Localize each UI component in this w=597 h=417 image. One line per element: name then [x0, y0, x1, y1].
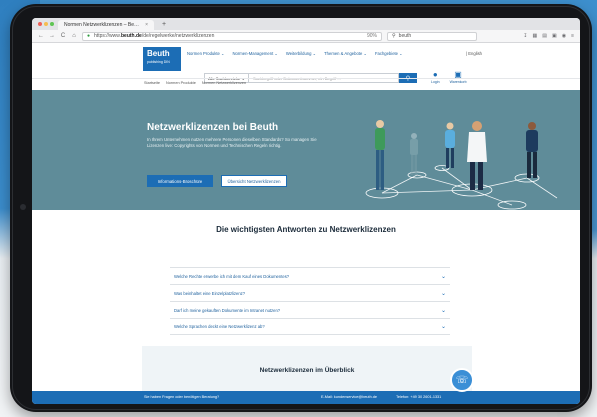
close-tab-icon[interactable]: ×	[145, 22, 148, 28]
back-button[interactable]: ←	[38, 33, 44, 39]
faq-title: Die wichtigsten Antworten zu Netzwerkliz…	[216, 225, 396, 234]
home-button[interactable]: ⌂	[71, 33, 77, 39]
nav-item-themen-angebote[interactable]: Themen & Angebote ⌄	[324, 51, 367, 56]
tablet-screen: Normen Netzwerklizenzen – Be… × + ← → C …	[32, 18, 580, 404]
faq-question: Welche Rechte erwerbe ich mit dem Kauf e…	[174, 273, 290, 279]
url-domain: beuth.de	[120, 33, 142, 39]
network-people-illustration	[365, 120, 558, 210]
faq-question: Darf ich meine gekauften Dokumente im In…	[174, 307, 281, 313]
contact-question: Sie haben Fragen oder benötigen Beratung…	[144, 395, 220, 399]
chevron-down-icon: ⌄	[440, 273, 446, 280]
browser-search-text: beuth	[398, 33, 412, 39]
chevron-down-icon: ⌄	[440, 307, 446, 314]
hero-banner: Netzwerklizenzen bei Beuth In Ihrem Unte…	[32, 90, 580, 210]
nav-item-fachgebiete[interactable]: Fachgebiete ⌄	[375, 51, 403, 56]
browser-toolbar: ← → C ⌂ ● https://www.beuth.de/de/regelw…	[32, 30, 580, 43]
breadcrumb-item-products[interactable]: Normen Produkte	[166, 81, 196, 85]
logo-subtitle: publishing DIN	[147, 60, 170, 64]
overview-button[interactable]: Übersicht Netzwerklizenzen	[221, 175, 287, 187]
camera-icon	[20, 204, 26, 210]
lock-icon: ●	[87, 33, 91, 39]
minimize-window-icon[interactable]	[44, 22, 48, 26]
contact-phone-link[interactable]: Telefon: +49 30 2601-1331	[396, 395, 441, 399]
breadcrumb: Startseite Normen Produkte Normen Netzwe…	[32, 78, 580, 87]
main-navigation: Normen Produkte ⌄ Normen-Management ⌄ We…	[187, 51, 403, 56]
person-figure-1	[375, 120, 385, 190]
menu-icon[interactable]: ≡	[571, 33, 574, 39]
language-switch[interactable]: | English	[466, 51, 482, 56]
faq-item[interactable]: Was beinhaltet eine Einzelplatzlizenz? ⌄	[170, 284, 450, 301]
url-path: /de/regelwerke/netzwerklizenzen	[141, 33, 215, 39]
beuth-logo[interactable]: Beuth publishing DIN	[143, 47, 181, 71]
brochure-button[interactable]: Informations-Broschüre	[147, 175, 213, 187]
browser-extension-icons: ↧ ▦ ▤ ▣ ◉ ≡	[523, 33, 574, 39]
phone-icon[interactable]: ☏	[450, 368, 474, 392]
browser-tab-bar: Normen Netzwerklizenzen – Be… × +	[32, 18, 580, 30]
hero-text: In Ihrem Unternehmen nutzen mehrere Pers…	[147, 137, 317, 148]
faq-item[interactable]: Darf ich meine gekauften Dokumente im In…	[170, 301, 450, 318]
breadcrumb-item-current: Normen Netzwerklizenzen	[201, 81, 247, 85]
sidebar-icon[interactable]: ▤	[542, 33, 547, 39]
pocket-icon[interactable]: ◉	[562, 33, 566, 39]
forward-button[interactable]: →	[49, 33, 55, 39]
url-bar[interactable]: ● https://www.beuth.de/de/regelwerke/net…	[82, 31, 382, 41]
browser-search-field[interactable]: ⚲ beuth	[387, 31, 477, 41]
breadcrumb-item-home[interactable]: Startseite	[144, 81, 160, 85]
faq-list: Welche Rechte erwerbe ich mit dem Kauf e…	[170, 267, 450, 335]
search-icon: ⚲	[392, 33, 396, 39]
faq-item[interactable]: Welche Rechte erwerbe ich mit dem Kauf e…	[170, 267, 450, 284]
zoom-window-icon[interactable]	[50, 22, 54, 26]
library-icon[interactable]: ▦	[533, 33, 538, 39]
faq-question: Was beinhaltet eine Einzelplatzlizenz?	[174, 290, 246, 296]
faq-question: Welche Sprachen deckt eine Netzwerklizen…	[174, 324, 265, 329]
logo-name: Beuth	[147, 49, 170, 58]
screenshot-icon[interactable]: ▣	[552, 33, 557, 39]
window-controls	[38, 22, 54, 26]
faq-item[interactable]: Welche Sprachen deckt eine Netzwerklizen…	[170, 318, 450, 335]
tablet-frame: Normen Netzwerklizenzen – Be… × + ← → C …	[10, 4, 592, 412]
hero-title: Netzwerklizenzen bei Beuth	[147, 122, 279, 133]
tab-title: Normen Netzwerklizenzen – Be…	[64, 22, 140, 28]
reload-button[interactable]: C	[60, 33, 66, 39]
browser-tab[interactable]: Normen Netzwerklizenzen – Be… ×	[58, 20, 154, 30]
url-text: https://www.beuth.de/de/regelwerke/netzw…	[94, 33, 214, 39]
nav-item-normen-produkte[interactable]: Normen Produkte ⌄	[187, 51, 225, 56]
contact-bar: Sie haben Fragen oder benötigen Beratung…	[32, 391, 580, 404]
nav-item-weiterbildung[interactable]: Weiterbildung ⌄	[286, 51, 316, 56]
zoom-level[interactable]: 90%	[367, 33, 377, 39]
contact-email-link[interactable]: E-Mail: kundenservice@beuth.de	[321, 395, 377, 399]
overview-title: Netzwerklizenzen im Überblick	[259, 367, 355, 374]
chevron-down-icon: ⌄	[440, 290, 446, 297]
chevron-down-icon: ⌄	[440, 324, 446, 330]
nav-item-normen-management[interactable]: Normen-Management ⌄	[233, 51, 278, 56]
overview-section: Netzwerklizenzen im Überblick	[142, 346, 472, 396]
download-icon[interactable]: ↧	[523, 33, 527, 39]
close-window-icon[interactable]	[38, 22, 42, 26]
new-tab-button[interactable]: +	[162, 21, 166, 28]
url-prefix: https://www.	[94, 33, 121, 39]
